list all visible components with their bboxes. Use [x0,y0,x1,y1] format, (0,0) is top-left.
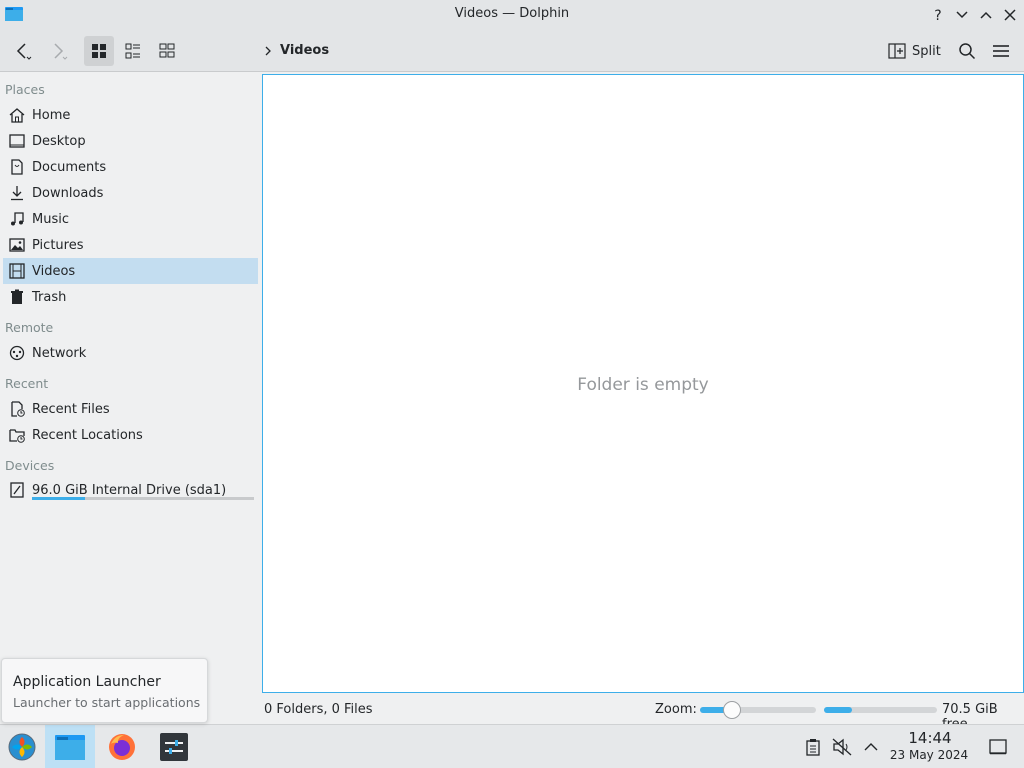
sidebar-item-label: Recent Locations [32,427,143,443]
sidebar-item-label: Documents [32,159,107,175]
sidebar-item-home[interactable]: Home [3,102,258,128]
network-icon [8,344,26,362]
downloads-icon [8,184,26,202]
folder-summary: 0 Folders, 0 Files [264,702,373,717]
recent-files-icon [8,400,26,418]
videos-icon [8,262,26,280]
sidebar-item-label: Desktop [32,133,86,149]
split-button[interactable]: Split [888,39,941,63]
firefox-icon [109,734,135,760]
desktop-icon [8,132,26,150]
sidebar-item-recent-locations[interactable]: Recent Locations [3,422,258,448]
zoom-label: Zoom: [655,702,697,717]
sidebar-item-label: Home [32,107,71,123]
sidebar-item-label: Trash [32,289,67,305]
maximize-icon[interactable] [975,4,997,26]
volume-muted-icon[interactable] [830,735,854,759]
sidebar-item-downloads[interactable]: Downloads [3,180,258,206]
search-icon[interactable] [952,36,982,66]
tray-expand-icon[interactable] [859,735,883,759]
sidebar-item-videos[interactable]: Videos [3,258,258,284]
sidebar-item-label: Recent Files [32,401,110,417]
show-desktop-icon[interactable] [986,735,1010,759]
help-icon[interactable]: ? [927,4,949,26]
drive-usage-bar [32,497,254,500]
split-icon [888,43,906,59]
sidebar-item-network[interactable]: Network [3,340,258,366]
icons-view-icon[interactable] [84,36,114,66]
toolbar: Videos Split [0,30,1024,72]
forward-arrow-icon[interactable] [42,36,72,66]
taskbar-system-settings[interactable] [149,725,199,768]
sidebar-item-label: Music [32,211,69,227]
drive-icon [8,481,26,499]
empty-folder-message: Folder is empty [577,375,709,395]
music-icon [8,210,26,228]
settings-sliders-icon [160,733,188,761]
places-panel: Places Home Desktop Documents Downloads … [0,73,262,723]
back-arrow-icon[interactable] [8,36,38,66]
breadcrumb-item-videos[interactable]: Videos [280,43,329,58]
sidebar-item-recent-files[interactable]: Recent Files [3,396,258,422]
sidebar-item-label: Network [32,345,87,361]
taskbar: 14:44 23 May 2024 [0,724,1024,768]
breadcrumb[interactable]: Videos [264,43,329,58]
sidebar-item-label: Downloads [32,185,104,201]
file-view[interactable]: Folder is empty [262,74,1024,693]
dolphin-folder-icon [55,735,85,760]
hamburger-menu-icon[interactable] [986,36,1016,66]
sidebar-item-desktop[interactable]: Desktop [3,128,258,154]
sidebar-item-label: 96.0 GiB Internal Drive (sda1) [32,482,227,498]
sidebar-item-documents[interactable]: Documents [3,154,258,180]
split-label: Split [912,43,941,59]
svg-text:?: ? [934,8,941,22]
tooltip-subtitle: Launcher to start applications [13,695,201,710]
sidebar-item-trash[interactable]: Trash [3,284,258,310]
trash-icon [8,288,26,306]
minimize-icon[interactable] [951,4,973,26]
window-title: Videos — Dolphin [454,6,570,21]
free-space-bar [824,707,937,713]
taskbar-firefox[interactable] [97,725,147,768]
breadcrumb-chevron-icon [265,46,271,55]
free-space-fill [824,707,853,713]
title-bar[interactable]: Videos — Dolphin ? [0,0,1024,30]
zoom-slider-handle[interactable] [723,701,742,719]
sidebar-item-music[interactable]: Music [3,206,258,232]
clipboard-icon[interactable] [801,735,825,759]
sidebar-item-pictures[interactable]: Pictures [3,232,258,258]
sidebar-item-label: Pictures [32,237,84,253]
section-places: Places [5,82,45,97]
sidebar-item-label: Videos [32,263,76,279]
clock-time[interactable]: 14:44 [890,729,970,747]
close-icon[interactable] [999,4,1021,26]
details-view-icon[interactable] [118,36,148,66]
taskbar-dolphin[interactable] [45,725,95,768]
recent-locations-icon [8,426,26,444]
section-devices: Devices [5,458,55,473]
compact-view-icon[interactable] [152,36,182,66]
launcher-tooltip: Application Launcher Launcher to start a… [1,658,208,723]
application-launcher-icon[interactable] [0,725,44,768]
drive-usage-fill [32,497,86,500]
section-remote: Remote [5,320,54,335]
zoom-slider[interactable] [700,701,816,719]
clock-date[interactable]: 23 May 2024 [885,748,973,762]
home-icon [8,106,26,124]
documents-icon [8,158,26,176]
pictures-icon [8,236,26,254]
tooltip-title: Application Launcher [13,674,161,690]
section-recent: Recent [5,376,49,391]
